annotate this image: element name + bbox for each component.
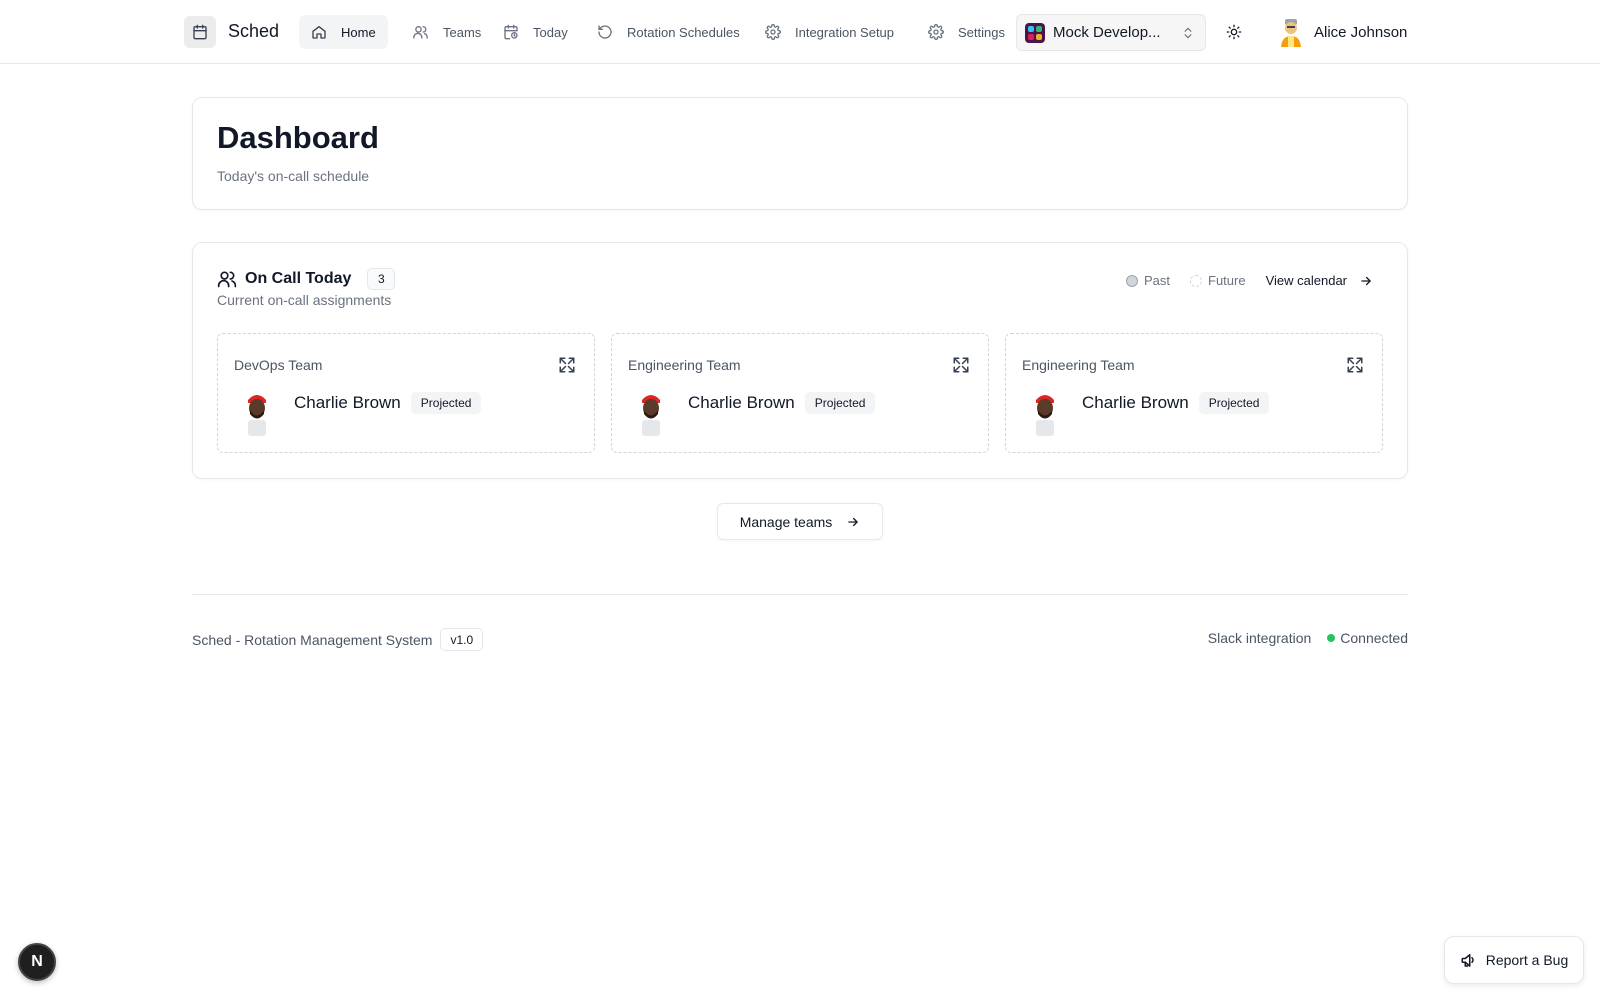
- gear-icon: [928, 24, 944, 40]
- arrow-right-icon: [848, 517, 859, 526]
- status-badge: Projected: [1198, 392, 1270, 414]
- legend-future: Future: [1190, 273, 1246, 288]
- user-menu[interactable]: Alice Johnson: [1278, 17, 1407, 47]
- page-subtitle: Today's on-call schedule: [217, 168, 370, 184]
- app-name[interactable]: Sched: [228, 21, 279, 42]
- team-card-engineering[interactable]: Engineering Team Charlie Brown Projected: [1005, 333, 1383, 453]
- version-badge: v1.0: [440, 628, 484, 651]
- team-name: Engineering Team: [628, 357, 741, 373]
- nav-rotation-schedules[interactable]: Rotation Schedules: [585, 15, 752, 49]
- team-name: Engineering Team: [1022, 357, 1135, 373]
- on-call-title: On Call Today: [245, 270, 352, 287]
- calendar-icon[interactable]: [184, 16, 216, 48]
- team-card-devops[interactable]: DevOps Team Charlie Brown Projected: [217, 333, 595, 453]
- nav-home-label: Home: [341, 24, 376, 40]
- expand-icon[interactable]: [952, 356, 970, 374]
- calendar-clock-icon: [504, 24, 518, 40]
- person-name: Charlie Brown: [688, 393, 795, 412]
- legend: Past Future View calendar: [1125, 273, 1373, 288]
- nav-teams[interactable]: Teams: [400, 15, 493, 49]
- person-name: Charlie Brown: [294, 393, 401, 412]
- arrow-right-icon: [1361, 276, 1371, 285]
- past-dot-icon: [1125, 274, 1138, 287]
- future-dot-icon: [1190, 274, 1202, 287]
- on-call-subtitle: Current on-call assignments: [217, 292, 392, 308]
- legend-past-label: Past: [1143, 273, 1170, 288]
- manage-teams-button[interactable]: Manage teams: [717, 503, 883, 540]
- expand-icon[interactable]: [1346, 356, 1364, 374]
- gear-icon: [765, 24, 781, 40]
- report-bug-button[interactable]: Report a Bug: [1444, 936, 1584, 984]
- on-call-count-badge: 3: [367, 268, 396, 290]
- nav-integration-label: Integration Setup: [795, 24, 895, 40]
- sun-icon: [1226, 24, 1242, 40]
- nav-integration-setup[interactable]: Integration Setup: [753, 15, 906, 49]
- nav-teams-label: Teams: [443, 24, 482, 40]
- on-call-person: Charlie Brown Projected: [1030, 390, 1270, 436]
- users-icon: [217, 271, 237, 288]
- avatar: [248, 395, 266, 436]
- manage-teams-label: Manage teams: [739, 513, 833, 530]
- on-call-person: Charlie Brown Projected: [636, 390, 876, 436]
- integration-label: Slack integration: [1207, 630, 1312, 646]
- integration-status: Connected: [1340, 630, 1408, 646]
- on-call-person: Charlie Brown Projected: [242, 390, 482, 436]
- report-bug-label: Report a Bug: [1485, 952, 1569, 968]
- dev-tools-badge[interactable]: N: [18, 943, 56, 981]
- view-calendar-label: View calendar: [1265, 273, 1347, 288]
- chevron-up-down-icon: [1184, 27, 1192, 38]
- team-name: DevOps Team: [234, 357, 323, 373]
- nav-today[interactable]: Today: [491, 15, 580, 49]
- page-title: Dashboard: [217, 120, 379, 155]
- status-badge: Projected: [804, 392, 876, 414]
- workspace-selector[interactable]: Mock Develop...: [1016, 14, 1206, 51]
- on-call-header: On Call Today 3: [217, 268, 396, 290]
- nav-today-label: Today: [533, 24, 568, 40]
- status-badge: Projected: [410, 392, 482, 414]
- dashboard-header-card: Dashboard Today's on-call schedule: [192, 97, 1408, 210]
- view-calendar-link[interactable]: View calendar: [1266, 273, 1373, 288]
- legend-future-label: Future: [1208, 273, 1246, 288]
- avatar: [1036, 395, 1054, 436]
- nav-rotation-label: Rotation Schedules: [627, 24, 740, 40]
- legend-past: Past: [1125, 273, 1170, 288]
- top-navigation-bar: Sched Home Teams Today Rotation Schedule…: [0, 0, 1600, 64]
- nav-settings[interactable]: Settings: [916, 15, 1017, 49]
- footer-app-info: Sched - Rotation Management System v1.0: [192, 628, 484, 651]
- expand-icon[interactable]: [558, 356, 576, 374]
- user-name: Alice Johnson: [1314, 23, 1408, 41]
- on-call-today-card: On Call Today 3 Current on-call assignme…: [192, 242, 1408, 479]
- nav-settings-label: Settings: [958, 24, 1005, 40]
- theme-toggle-button[interactable]: [1222, 20, 1246, 44]
- slack-logo-icon: [1025, 22, 1045, 43]
- home-icon: [312, 26, 326, 39]
- team-card-engineering[interactable]: Engineering Team Charlie Brown Projected: [611, 333, 989, 453]
- avatar: [1281, 19, 1301, 47]
- person-name: Charlie Brown: [1082, 393, 1189, 412]
- megaphone-icon: [1461, 954, 1474, 967]
- dev-tools-letter: N: [31, 953, 43, 970]
- nav-home[interactable]: Home: [299, 15, 388, 49]
- rotate-icon: [598, 25, 612, 39]
- users-icon: [413, 26, 428, 39]
- footer-divider: [192, 594, 1408, 595]
- footer-integration-status: Slack integration Connected: [1208, 630, 1408, 646]
- status-dot-icon: [1327, 634, 1336, 642]
- avatar: [642, 395, 660, 436]
- workspace-name: Mock Develop...: [1053, 24, 1161, 41]
- footer-app-label: Sched - Rotation Management System: [192, 631, 433, 648]
